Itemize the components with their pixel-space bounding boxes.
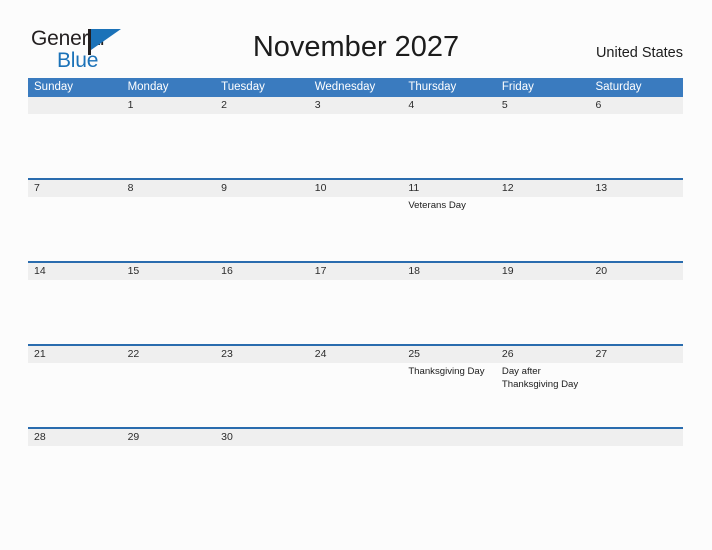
date-number-band: 28 29 30 <box>28 427 683 446</box>
day-number[interactable]: 28 <box>28 429 122 446</box>
day-number[interactable]: 19 <box>496 263 590 280</box>
day-number[interactable]: 7 <box>28 180 122 197</box>
calendar-grid: Sunday Monday Tuesday Wednesday Thursday… <box>28 78 683 446</box>
day-event <box>589 114 683 178</box>
calendar-week-row: 28 29 30 <box>28 427 683 446</box>
day-number[interactable]: 20 <box>589 263 683 280</box>
weekday-header-wednesday: Wednesday <box>314 81 376 93</box>
day-number[interactable]: 26 <box>496 346 590 363</box>
day-number[interactable] <box>589 429 683 446</box>
weekday-header-monday: Monday <box>127 81 169 93</box>
day-event <box>496 197 590 261</box>
day-number[interactable]: 4 <box>402 97 496 114</box>
day-number[interactable]: 21 <box>28 346 122 363</box>
day-event <box>589 197 683 261</box>
day-event <box>589 363 683 427</box>
day-event <box>215 280 309 344</box>
day-event <box>589 280 683 344</box>
day-event <box>122 114 216 178</box>
day-event: Day after Thanksgiving Day <box>501 366 579 390</box>
day-number[interactable]: 9 <box>215 180 309 197</box>
date-number-band: 1 2 3 4 5 6 <box>28 97 683 114</box>
day-number[interactable]: 25 <box>402 346 496 363</box>
day-number[interactable]: 22 <box>122 346 216 363</box>
day-number[interactable]: 16 <box>215 263 309 280</box>
day-event <box>402 280 496 344</box>
event-band <box>28 280 683 344</box>
day-number[interactable] <box>309 429 403 446</box>
day-number[interactable]: 29 <box>122 429 216 446</box>
calendar-week-row: 21 22 23 24 25 26 27 Thanksgiving Day Da… <box>28 344 683 427</box>
day-number[interactable]: 24 <box>309 346 403 363</box>
day-number[interactable]: 12 <box>496 180 590 197</box>
day-number[interactable]: 3 <box>309 97 403 114</box>
day-number[interactable] <box>402 429 496 446</box>
day-number[interactable]: 30 <box>215 429 309 446</box>
day-event: Thanksgiving Day <box>408 366 485 377</box>
weekday-header-tuesday: Tuesday <box>221 81 265 93</box>
day-number[interactable]: 27 <box>589 346 683 363</box>
day-event <box>122 280 216 344</box>
event-band <box>28 114 683 178</box>
day-number[interactable]: 15 <box>122 263 216 280</box>
day-event <box>309 280 403 344</box>
day-event <box>28 114 122 178</box>
day-number[interactable] <box>496 429 590 446</box>
day-number[interactable]: 11 <box>402 180 496 197</box>
day-number[interactable]: 18 <box>402 263 496 280</box>
date-number-band: 21 22 23 24 25 26 27 <box>28 344 683 363</box>
day-number[interactable]: 1 <box>122 97 216 114</box>
weekday-header-row: Sunday Monday Tuesday Wednesday Thursday… <box>28 78 683 97</box>
weekday-header-friday: Friday <box>501 81 534 93</box>
weekday-header-sunday: Sunday <box>34 81 74 93</box>
day-number[interactable]: 2 <box>215 97 309 114</box>
region-label: United States <box>595 45 683 61</box>
day-number[interactable]: 8 <box>122 180 216 197</box>
weekday-header-thursday: Thursday <box>408 81 457 93</box>
weekday-header-saturday: Saturday <box>595 81 642 93</box>
day-number[interactable]: 6 <box>589 97 683 114</box>
day-event <box>215 114 309 178</box>
date-number-band: 7 8 9 10 11 12 13 <box>28 178 683 197</box>
day-event <box>28 363 122 427</box>
date-number-band: 14 15 16 17 18 19 20 <box>28 261 683 280</box>
day-event <box>309 197 403 261</box>
day-event <box>496 114 590 178</box>
day-event <box>28 280 122 344</box>
day-number[interactable] <box>28 97 122 114</box>
day-event <box>122 363 216 427</box>
page-header: General Blue November 2027 United States <box>0 0 712 72</box>
day-event <box>122 197 216 261</box>
day-event <box>309 363 403 427</box>
day-number[interactable]: 23 <box>215 346 309 363</box>
day-number[interactable]: 10 <box>309 180 403 197</box>
day-event <box>309 114 403 178</box>
event-band: Thanksgiving Day Day after Thanksgiving … <box>28 363 683 427</box>
calendar-week-row: 1 2 3 4 5 6 <box>28 97 683 178</box>
day-event: Veterans Day <box>408 200 466 211</box>
day-number[interactable]: 14 <box>28 263 122 280</box>
calendar-week-row: 14 15 16 17 18 19 20 <box>28 261 683 344</box>
day-event <box>28 197 122 261</box>
day-event <box>215 363 309 427</box>
event-band: Veterans Day <box>28 197 683 261</box>
calendar-week-row: 7 8 9 10 11 12 13 Veterans Day <box>28 178 683 261</box>
day-event <box>496 280 590 344</box>
day-event <box>402 114 496 178</box>
day-event <box>215 197 309 261</box>
day-number[interactable]: 5 <box>496 97 590 114</box>
day-number[interactable]: 17 <box>309 263 403 280</box>
day-number[interactable]: 13 <box>589 180 683 197</box>
